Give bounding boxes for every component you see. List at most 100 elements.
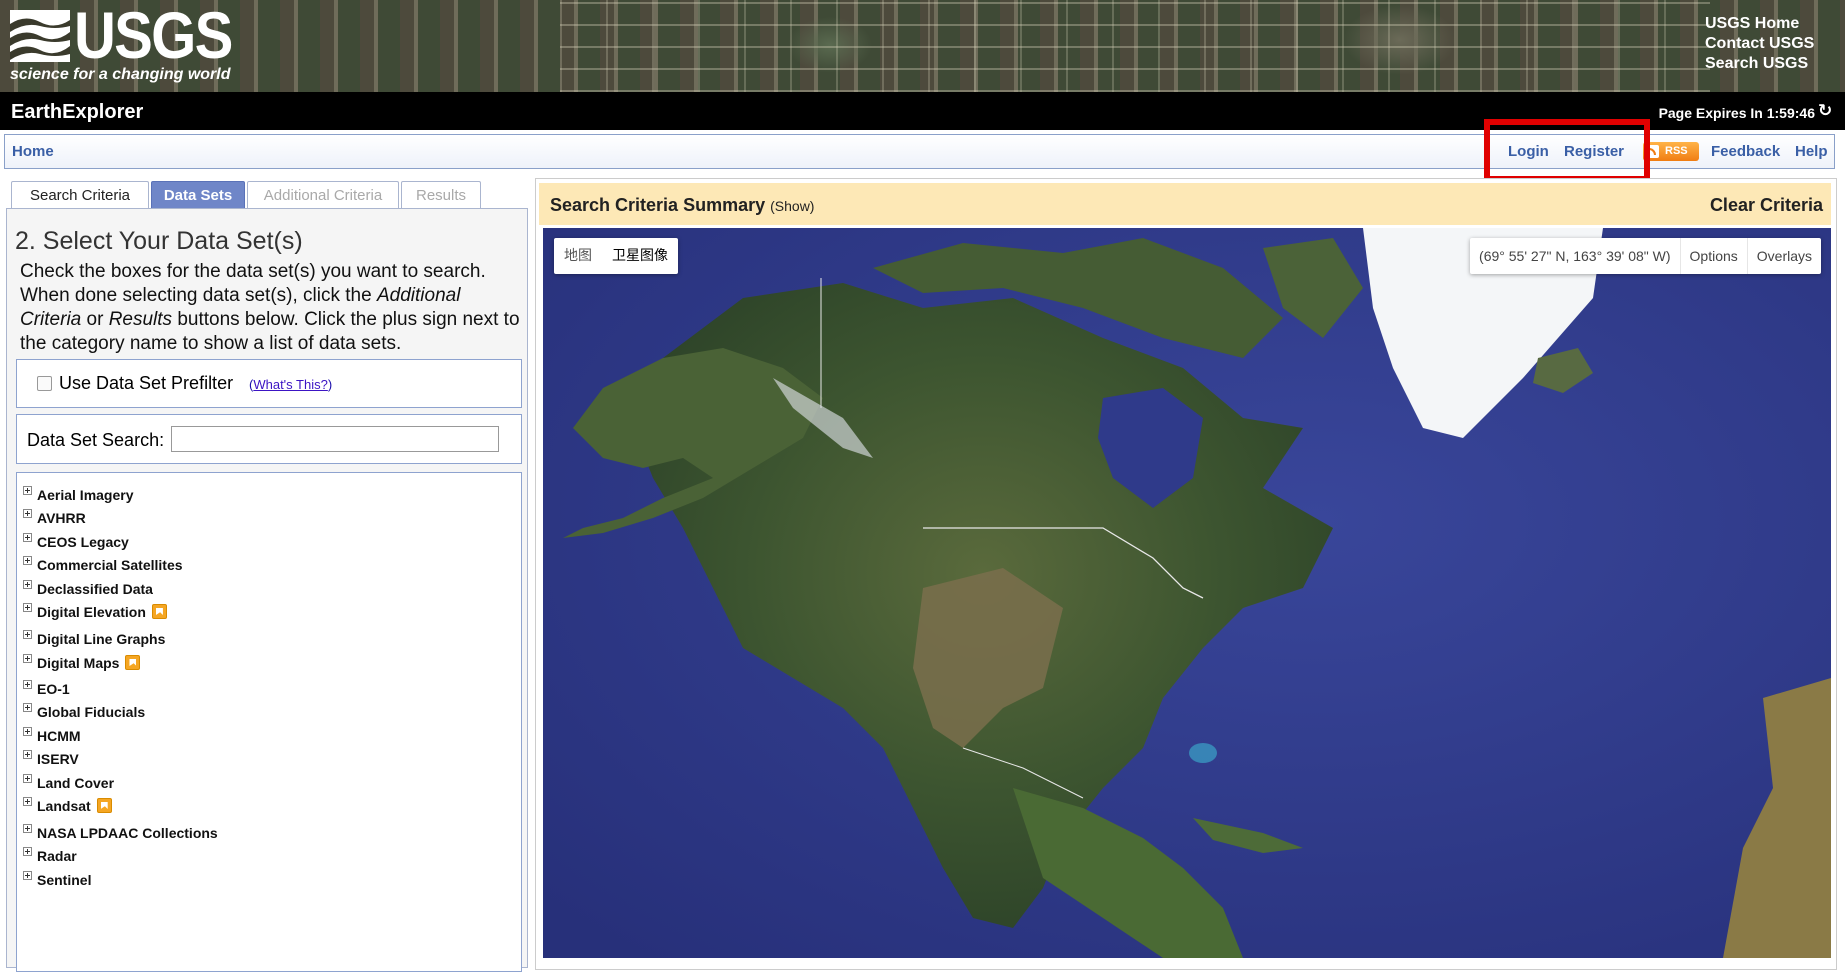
expand-plus-icon[interactable] [23,750,32,759]
category-radar[interactable]: Radar [23,846,77,866]
category-digital-line-graphs[interactable]: Digital Line Graphs [23,629,165,649]
tab-additional-criteria[interactable]: Additional Criteria [247,181,399,209]
contact-usgs-link[interactable]: Contact USGS [1705,34,1825,54]
expand-plus-icon[interactable] [23,774,32,783]
category-label: Digital Maps [37,655,120,671]
category-avhrr[interactable]: AVHRR [23,508,86,528]
data-sets-panel: 2. Select Your Data Set(s) Check the box… [6,208,528,972]
expand-plus-icon[interactable] [23,703,32,712]
home-link[interactable]: Home [12,143,54,160]
map-type-satellite[interactable]: 卫星图像 [602,238,678,274]
whats-this-link[interactable]: What's This? [253,377,328,392]
map-view[interactable]: 地图 卫星图像 (69° 55' 27" N, 163° 39' 08" W) … [543,228,1831,958]
expand-plus-icon[interactable] [23,680,32,689]
category-declassified-data[interactable]: Declassified Data [23,579,153,599]
category-eo-1[interactable]: EO-1 [23,679,70,699]
search-usgs-link[interactable]: Search USGS [1705,54,1825,74]
page-expires: Page Expires In 1:59:46 [1659,105,1815,121]
category-label: Sentinel [37,872,92,888]
expires-label: Page Expires In [1658,105,1763,121]
category-label: Landsat [37,798,91,814]
category-label: Radar [37,848,77,864]
tab-data-sets[interactable]: Data Sets [151,181,245,209]
category-aerial-imagery[interactable]: Aerial Imagery [23,485,134,505]
feedback-link[interactable]: Feedback [1711,143,1780,160]
cursor-coordinates: (69° 55' 27" N, 163° 39' 08" W) [1479,248,1671,264]
category-label: CEOS Legacy [37,534,129,550]
category-ceos-legacy[interactable]: CEOS Legacy [23,532,129,552]
expand-plus-icon[interactable] [23,824,32,833]
dataset-search-label: Data Set Search: [27,430,165,450]
usgs-logo[interactable]: USGS science for a changing world [10,2,233,86]
prefilter-checkbox[interactable] [37,376,52,391]
expand-plus-icon[interactable] [23,871,32,880]
refresh-icon[interactable]: ↻ [1818,102,1834,120]
category-label: EO-1 [37,681,70,697]
search-criteria-summary: Search Criteria Summary (Show) Clear Cri… [539,183,1831,225]
category-landsat[interactable]: Landsat [23,796,112,816]
category-label: Global Fiducials [37,704,146,720]
usgs-tagline: science for a changing world [10,66,231,83]
prefilter-box: Use Data Set Prefilter (What's This?) [16,359,522,408]
map-options-button[interactable]: Options [1679,238,1747,274]
app-title: EarthExplorer [11,101,144,123]
expand-plus-icon[interactable] [23,486,32,495]
usgs-banner: USGS science for a changing world USGS H… [0,0,1845,94]
category-hcmm[interactable]: HCMM [23,726,81,746]
expand-plus-icon[interactable] [23,603,32,612]
bookmark-icon[interactable] [96,798,112,813]
bookmark-icon[interactable] [125,655,141,670]
category-digital-maps[interactable]: Digital Maps [23,653,141,673]
map-overlays-button[interactable]: Overlays [1746,238,1821,274]
summary-show-link[interactable]: (Show) [770,198,814,214]
tab-results[interactable]: Results [401,181,481,209]
tab-search-criteria[interactable]: Search Criteria [11,181,149,209]
summary-title: Search Criteria Summary (Show) [550,195,815,215]
map-type-roadmap[interactable]: 地图 [554,238,602,274]
usgs-wave-icon [10,10,70,62]
category-label: Declassified Data [37,581,153,597]
category-land-cover[interactable]: Land Cover [23,773,114,793]
category-global-fiducials[interactable]: Global Fiducials [23,702,145,722]
bookmark-icon[interactable] [151,604,167,619]
login-register-highlight [1484,119,1650,182]
clear-criteria-button[interactable]: Clear Criteria [1710,195,1823,215]
banner-aerial-photo [560,0,1710,92]
dataset-search-box: Data Set Search: [16,414,522,464]
category-label: NASA LPDAAC Collections [37,825,218,841]
category-nasa-lpdaac-collections[interactable]: NASA LPDAAC Collections [23,823,218,843]
expand-plus-icon[interactable] [23,509,32,518]
category-label: Aerial Imagery [37,487,134,503]
category-label: Land Cover [37,775,115,791]
map-coordinate-bar: (69° 55' 27" N, 163° 39' 08" W) Options … [1470,238,1821,274]
usgs-home-link[interactable]: USGS Home [1705,14,1825,34]
expires-time: 1:59:46 [1766,105,1815,121]
category-iserv[interactable]: ISERV [23,749,79,769]
help-link[interactable]: Help [1795,143,1828,160]
prefilter-label: Use Data Set Prefilter [59,373,234,393]
dataset-category-tree: Aerial Imagery AVHRR CEOS Legacy Commercial… [16,472,522,972]
category-label: HCMM [37,728,81,744]
expand-plus-icon[interactable] [23,847,32,856]
expand-plus-icon[interactable] [23,630,32,639]
expand-plus-icon[interactable] [23,556,32,565]
expand-plus-icon[interactable] [23,727,32,736]
map-type-control: 地图 卫星图像 [554,238,678,274]
panel-instructions: Check the boxes for the data set(s) you … [20,261,520,354]
category-sentinel[interactable]: Sentinel [23,870,91,890]
rss-label: RSS [1665,145,1688,157]
expand-plus-icon[interactable] [23,654,32,663]
category-commercial-satellites[interactable]: Commercial Satellites [23,555,183,575]
expand-plus-icon[interactable] [23,580,32,589]
satellite-map[interactable] [543,228,1831,958]
expand-plus-icon[interactable] [23,533,32,542]
category-label: ISERV [37,751,79,767]
header-links: USGS Home Contact USGS Search USGS [1705,14,1825,74]
expand-plus-icon[interactable] [23,797,32,806]
category-label: Digital Elevation [37,604,146,620]
category-digital-elevation[interactable]: Digital Elevation [23,602,167,622]
whats-this: (What's This?) [249,377,333,392]
category-label: AVHRR [37,510,86,526]
dataset-search-input[interactable] [171,426,499,452]
rss-button[interactable]: RSS [1643,142,1699,161]
